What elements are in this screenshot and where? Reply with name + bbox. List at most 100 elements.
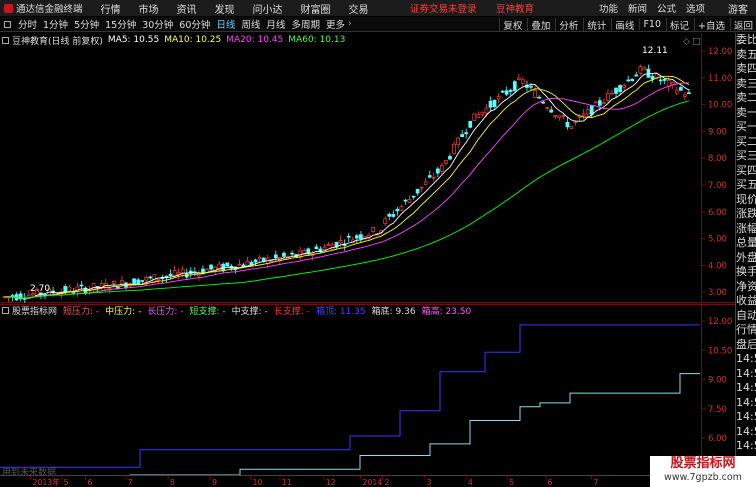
back-button[interactable]: 返回 [729,17,756,32]
candle-body [172,270,177,276]
menu-item-ask[interactable]: 问小达 [253,1,283,16]
side-label[interactable]: 盘后 [736,338,756,353]
f10-button[interactable]: F10 [639,19,664,30]
expand-icon[interactable]: □ [692,37,701,47]
guest-label[interactable]: 游客 [728,1,748,16]
candle-body [322,246,327,251]
watermark-title: 股票指标网 [670,456,736,471]
side-label[interactable]: 14:50 [736,367,756,382]
overlay-button[interactable]: 叠加 [527,17,553,32]
tab-monthly[interactable]: 月线 [263,17,288,31]
login-notice[interactable]: 证券交易未登录 [410,1,477,15]
side-label[interactable]: 买二 [736,135,756,150]
side-label[interactable]: 行情 [736,323,756,338]
kline-chart[interactable]: 12.00 11.00 10.00 9.00 8.00 7.00 6.00 5.00 4.00 3… [0,33,735,303]
candle-body [444,160,448,164]
side-label[interactable]: 买四 [736,164,756,179]
side-label[interactable]: 委比 [736,33,756,48]
tab-daily[interactable]: 日线 [213,17,238,31]
candle-body [638,66,643,74]
candle-body [634,74,639,77]
restore-rights-button[interactable]: 复权 [499,17,525,32]
draw-line-button[interactable]: 画线 [611,17,637,32]
analysis-button[interactable]: 分析 [555,17,581,32]
menu-item-discover[interactable]: 发现 [215,1,235,16]
menu-item-trade[interactable]: 交易 [349,1,369,16]
side-label[interactable]: 14:50 [736,352,756,367]
candle-body [683,94,687,97]
indicator-legend-icon[interactable] [2,306,9,314]
candle-body [91,283,96,291]
tab-1min[interactable]: 1分钟 [40,17,71,31]
tab-intraday[interactable]: 分时 [15,17,40,31]
ma-legend-icon[interactable] [2,36,9,44]
side-label[interactable]: 换手 [736,265,756,280]
add-watchlist-button[interactable]: +自选 [694,17,728,32]
side-label[interactable]: 卖三 [736,77,756,92]
chevron-right-icon[interactable]: › [348,19,352,29]
side-label[interactable]: 自动 [736,309,756,324]
side-label[interactable]: 14:50 [736,425,756,440]
tab-5min[interactable]: 5分钟 [71,17,102,31]
menu-item-market[interactable]: 市场 [139,1,159,16]
candle-body [516,77,521,80]
menu-item-quotes[interactable]: 行情 [101,1,121,16]
tab-multi-period[interactable]: 多周期 [288,17,323,31]
side-label[interactable]: 涨跌 [736,207,756,222]
watermark-url: www.7gpzb.com [664,472,742,483]
candle-body [602,102,606,105]
side-label[interactable]: 卖四 [736,62,756,77]
side-label[interactable]: 14:50 [736,381,756,396]
indicator-tick-label: 9.00 [708,376,727,386]
side-label[interactable]: 卖五 [736,48,756,63]
candle-body [314,246,319,250]
side-label[interactable]: 买五 [736,178,756,193]
candle-body [476,114,481,119]
side-label[interactable]: 卖一 [736,106,756,121]
side-label[interactable]: 卖二 [736,91,756,106]
candle-body [144,277,149,281]
tab-30min[interactable]: 30分钟 [139,17,176,31]
side-label[interactable]: 外盘 [736,251,756,266]
menu-formula[interactable]: 公式 [657,1,676,15]
side-label[interactable]: 买三 [736,149,756,164]
menu-item-news[interactable]: 资讯 [177,1,197,16]
side-label[interactable]: 总量 [736,236,756,251]
tab-weekly[interactable]: 周线 [238,17,263,31]
date-tick-label: 10 [252,478,262,487]
tab-60min[interactable]: 60分钟 [176,17,213,31]
side-label[interactable]: 买一 [736,120,756,135]
date-tick-label: 11 [282,478,292,487]
mark-button[interactable]: 标记 [666,17,692,32]
indicator-chart[interactable]: 12.0010.509.007.506.004.50 [0,304,735,475]
side-label[interactable]: 14:50 [736,439,756,454]
settings-icon[interactable]: ◇ [683,37,690,47]
indicator-tick-label: 7.50 [708,405,727,415]
tab-more[interactable]: 更多 [323,17,348,31]
stats-button[interactable]: 统计 [583,17,609,32]
side-label[interactable]: 14:50 [736,410,756,425]
stock-notice[interactable]: 豆神教育 [496,1,534,15]
side-label[interactable]: 净资 [736,280,756,295]
candle-body [440,165,444,172]
candle-body [456,137,460,146]
side-label[interactable]: 涨幅 [736,222,756,237]
menu-function[interactable]: 功能 [599,1,618,15]
candle-body [593,101,598,104]
candle-body [529,85,533,88]
tab-15min[interactable]: 15分钟 [102,17,139,31]
side-label[interactable]: 现价 [736,193,756,208]
menu-news[interactable]: 新闻 [628,1,647,15]
app-logo: 通达信金融终端 [0,1,87,15]
candle-body [650,76,655,80]
indicator-values: 短压力: - 中压力: - 长压力: - 短支撑: - 中支撑: - 长支撑: - 箱顶: … [63,304,477,317]
menu-item-wealth[interactable]: 财富圈 [301,1,331,16]
indicator-name[interactable]: 股票指标网 [12,304,57,317]
side-label[interactable]: 收益 [736,294,756,309]
layout-toggle-icon[interactable] [4,20,11,28]
candle-body [614,87,618,94]
candle-body [221,263,226,271]
side-label[interactable]: 14:50 [736,396,756,411]
candle-body [687,92,691,94]
menu-options[interactable]: 选项 [686,1,705,15]
